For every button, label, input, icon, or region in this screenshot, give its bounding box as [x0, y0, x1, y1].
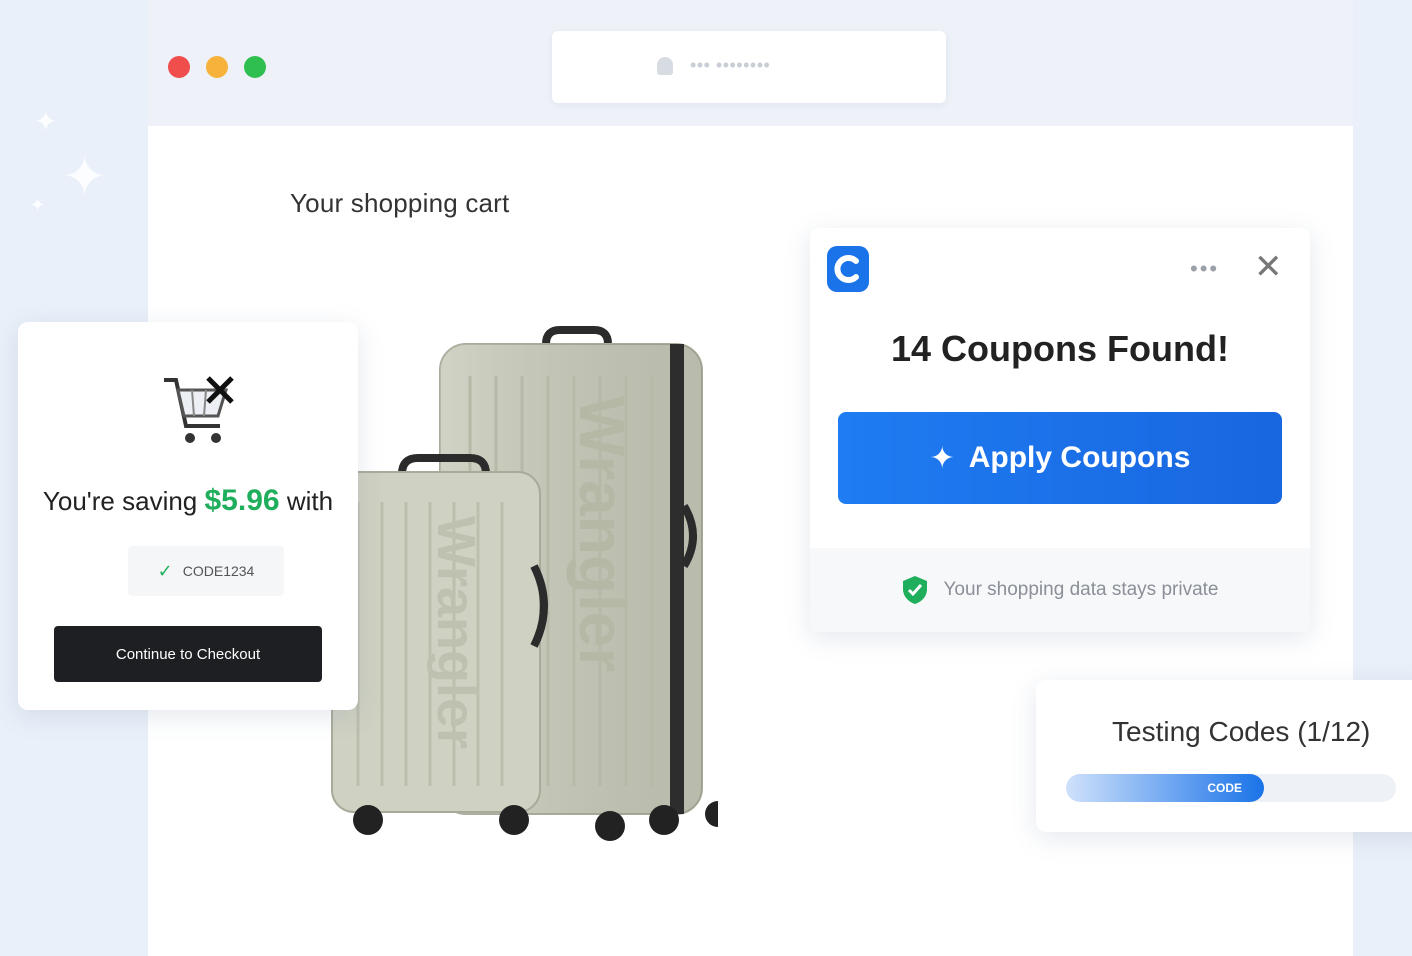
small-suitcase-brand: Wrangler — [426, 516, 486, 749]
wheel — [649, 805, 679, 835]
coupons-found-heading: 14 Coupons Found! — [891, 328, 1229, 369]
large-suitcase-handle — [542, 326, 612, 345]
saving-amount: $5.96 — [204, 484, 280, 517]
sparkle-icon: ✦ — [62, 147, 108, 207]
url-bar[interactable]: ••• •••••••• — [552, 31, 946, 103]
savings-card: You're saving $5.96 with ✓ CODE1234 Cont… — [18, 322, 358, 710]
wheel — [353, 805, 383, 835]
check-icon: ✓ — [157, 560, 173, 581]
wheel — [499, 805, 529, 835]
coupon-popup: ••• ✕ 14 Coupons Found! ✦ Apply Coupons … — [810, 228, 1310, 632]
applied-code: CODE1234 — [182, 563, 255, 579]
large-suitcase-zipper — [670, 344, 684, 814]
shopping-cart-icon — [164, 376, 234, 443]
sparkle-icon: ✦ — [30, 195, 46, 215]
extension-logo-icon — [827, 246, 869, 292]
saving-message: You're saving $5.96 with — [18, 484, 358, 518]
wheel — [595, 811, 625, 841]
testing-codes-card: Testing Codes (1/12) CODE — [1036, 680, 1412, 832]
shield-check-icon — [902, 576, 927, 604]
luggage-image: Wrangler Wrangler — [331, 326, 718, 841]
sparkle-icon: ✦ — [929, 441, 955, 475]
testing-progress-bar: CODE — [1066, 774, 1396, 802]
privacy-text: Your shopping data stays private — [943, 579, 1219, 600]
applied-code-chip: ✓ CODE1234 — [128, 546, 284, 596]
more-horizontal-icon[interactable]: ••• — [1190, 256, 1219, 282]
window-maximize-dot[interactable] — [244, 56, 266, 78]
sparkle-icon: ✦ — [34, 106, 58, 137]
wheel — [705, 801, 718, 827]
testing-codes-title: Testing Codes (1/12) — [1112, 716, 1371, 747]
browser-toolbar: ••• •••••••• — [148, 0, 1353, 126]
url-text: ••• •••••••• — [690, 55, 771, 75]
lock-icon — [657, 57, 673, 75]
testing-progress-fill: CODE — [1066, 774, 1264, 802]
saving-prefix: You're saving — [42, 486, 198, 516]
large-suitcase-brand: Wrangler — [566, 396, 638, 672]
close-icon[interactable]: ✕ — [1254, 250, 1283, 284]
continue-checkout-button[interactable]: Continue to Checkout — [54, 626, 322, 682]
apply-coupons-label: Apply Coupons — [968, 441, 1191, 474]
privacy-notice: Your shopping data stays private — [810, 548, 1310, 632]
apply-coupons-button[interactable]: ✦ Apply Coupons — [838, 412, 1282, 504]
window-close-dot[interactable] — [168, 56, 190, 78]
window-minimize-dot[interactable] — [206, 56, 228, 78]
page-title: Your shopping cart — [290, 188, 510, 218]
progress-code: CODE — [1207, 781, 1242, 795]
saving-suffix: with — [286, 486, 334, 516]
